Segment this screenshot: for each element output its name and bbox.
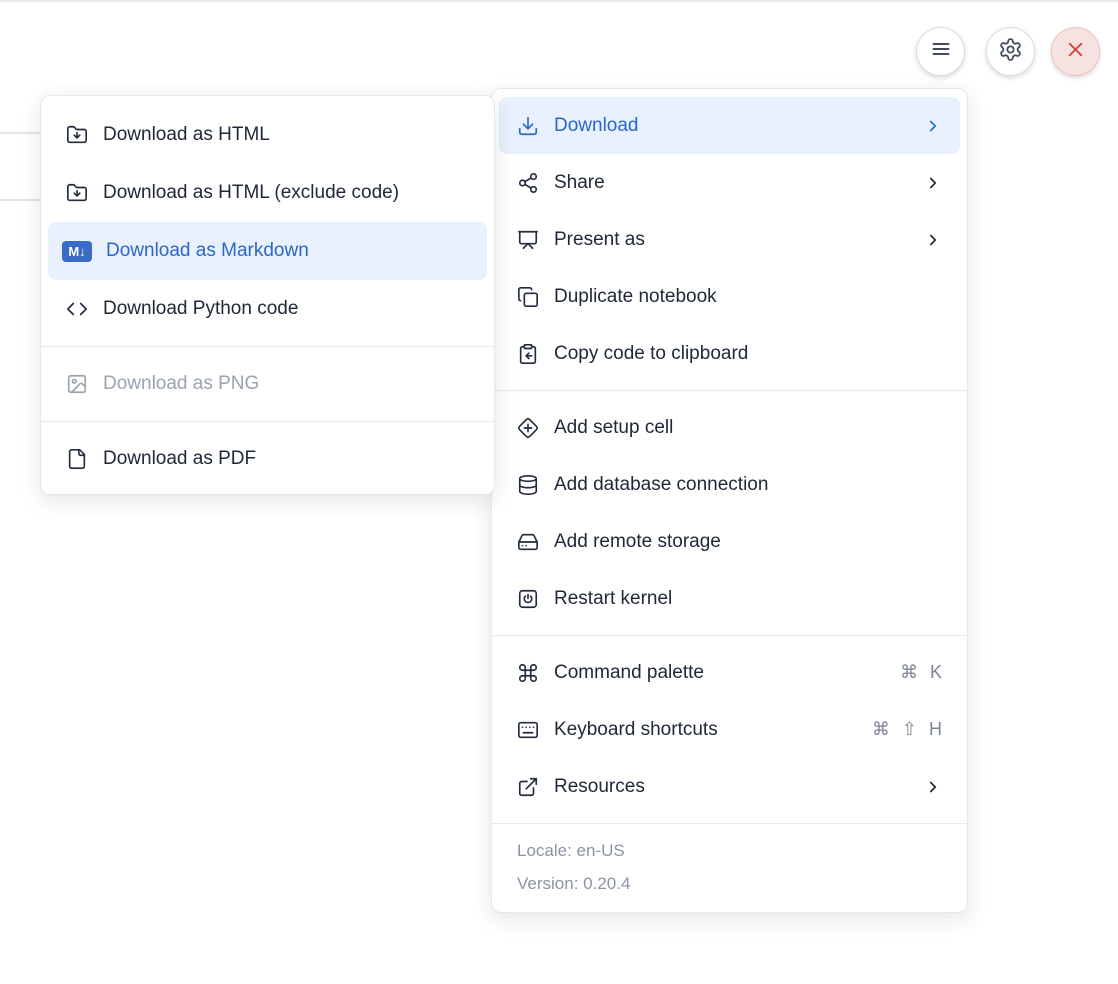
menu-item-download[interactable]: Download [499, 97, 960, 154]
menu-item-label: Download as PDF [103, 448, 469, 470]
menu-item-label: Command palette [554, 662, 888, 684]
diamond-plus-icon [517, 417, 539, 439]
menu-item-resources[interactable]: Resources [499, 758, 960, 815]
hard-drive-icon [517, 531, 539, 553]
menu-item-label: Download as Markdown [106, 240, 469, 262]
menu-item-copy-code[interactable]: Copy code to clipboard [499, 325, 960, 382]
shutdown-button[interactable] [1051, 27, 1100, 76]
menu-separator [41, 346, 494, 347]
chevron-right-icon [924, 174, 942, 192]
menu-item-duplicate-notebook[interactable]: Duplicate notebook [499, 268, 960, 325]
code-icon [66, 298, 88, 320]
hamburger-icon [929, 37, 953, 66]
submenu-item-download-python-code[interactable]: Download Python code [48, 280, 487, 338]
menu-item-label: Download as PNG [103, 373, 469, 395]
folder-down-icon [66, 124, 88, 146]
menu-footer: Locale: en-US Version: 0.20.4 [492, 823, 967, 912]
menu-item-label: Download as HTML [103, 124, 469, 146]
menu-item-add-database-connection[interactable]: Add database connection [499, 456, 960, 513]
menu-item-label: Add remote storage [554, 531, 942, 553]
menu-separator [492, 635, 967, 636]
copy-icon [517, 286, 539, 308]
share-icon [517, 172, 539, 194]
folder-down-icon [66, 182, 88, 204]
menu-item-restart-kernel[interactable]: Restart kernel [499, 570, 960, 627]
menu-item-command-palette[interactable]: Command palette ⌘ K [499, 644, 960, 701]
menu-item-label: Restart kernel [554, 588, 942, 610]
download-icon [517, 115, 539, 137]
page-top-border [0, 0, 1118, 2]
menu-item-label: Copy code to clipboard [554, 343, 942, 365]
download-submenu: Download as HTML Download as HTML (exclu… [40, 95, 495, 495]
file-icon [66, 448, 88, 470]
notebook-menu-button[interactable] [916, 27, 965, 76]
chevron-right-icon [924, 117, 942, 135]
menu-item-label: Keyboard shortcuts [554, 719, 860, 741]
menu-item-label: Add database connection [554, 474, 942, 496]
menu-separator [492, 390, 967, 391]
menu-item-label: Add setup cell [554, 417, 942, 439]
background-cell-border-bottom [0, 199, 40, 201]
submenu-item-download-as-pdf[interactable]: Download as PDF [48, 430, 487, 488]
chevron-right-icon [924, 231, 942, 249]
database-icon [517, 474, 539, 496]
menu-item-label: Present as [554, 229, 912, 251]
presentation-icon [517, 229, 539, 251]
shortcut-hint: ⌘ K [900, 662, 942, 683]
power-square-icon [517, 588, 539, 610]
shortcut-hint: ⌘ ⇧ H [872, 719, 942, 740]
menu-item-keyboard-shortcuts[interactable]: Keyboard shortcuts ⌘ ⇧ H [499, 701, 960, 758]
menu-item-add-setup-cell[interactable]: Add setup cell [499, 399, 960, 456]
clipboard-copy-icon [517, 343, 539, 365]
markdown-badge-icon: M↓ [62, 241, 92, 262]
context-menu: Download Share Present as Duplicate note… [491, 88, 968, 913]
menu-separator [41, 421, 494, 422]
menu-item-share[interactable]: Share [499, 154, 960, 211]
close-x-icon [1064, 38, 1087, 66]
settings-button[interactable] [986, 27, 1035, 76]
keyboard-icon [517, 719, 539, 741]
locale-text: Locale: en-US [517, 834, 942, 867]
submenu-item-download-as-html-exclude-code[interactable]: Download as HTML (exclude code) [48, 164, 487, 222]
menu-item-label: Share [554, 172, 912, 194]
image-icon [66, 373, 88, 395]
menu-item-label: Download as HTML (exclude code) [103, 182, 469, 204]
menu-item-label: Resources [554, 776, 912, 798]
command-icon [517, 662, 539, 684]
submenu-item-download-as-html[interactable]: Download as HTML [48, 106, 487, 164]
submenu-item-download-as-markdown[interactable]: M↓ Download as Markdown [48, 222, 487, 280]
menu-item-present-as[interactable]: Present as [499, 211, 960, 268]
background-cell-border-top [0, 132, 40, 134]
menu-item-add-remote-storage[interactable]: Add remote storage [499, 513, 960, 570]
external-link-icon [517, 776, 539, 798]
gear-icon [998, 37, 1023, 67]
menu-item-label: Duplicate notebook [554, 286, 942, 308]
menu-item-label: Download [554, 115, 912, 137]
version-text: Version: 0.20.4 [517, 867, 942, 900]
submenu-item-download-as-png[interactable]: Download as PNG [48, 355, 487, 413]
chevron-right-icon [924, 778, 942, 796]
menu-item-label: Download Python code [103, 298, 469, 320]
